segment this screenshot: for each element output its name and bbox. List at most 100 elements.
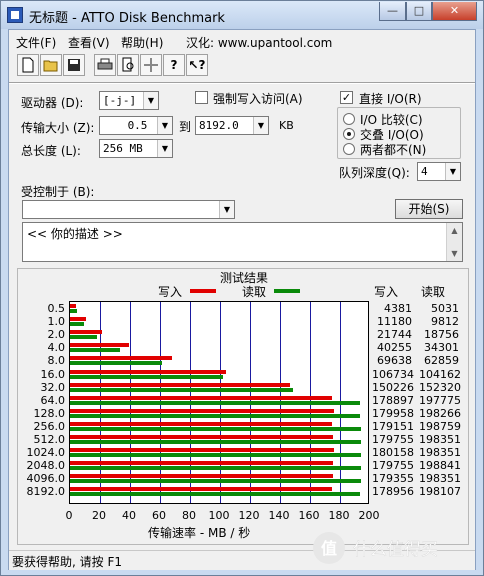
read-bar — [70, 309, 78, 313]
read-value: 198266 — [419, 406, 461, 420]
to-label: 到 — [179, 120, 192, 134]
col-write-header: 写入 — [374, 285, 399, 299]
x-tick-label: 20 — [92, 509, 106, 522]
queue-depth-combo[interactable]: 4 ▼ — [417, 162, 461, 181]
read-bar — [70, 466, 362, 471]
scroll-down-icon[interactable]: ▼ — [447, 246, 462, 261]
neither-radio[interactable] — [343, 143, 355, 155]
write-bar — [70, 487, 333, 492]
app-window: 无标题 - ATTO Disk Benchmark — □ ✕ 文件(F) 查看… — [0, 0, 484, 576]
chevron-down-icon[interactable]: ▼ — [157, 117, 172, 134]
total-length-combo[interactable]: 256 MB ▼ — [99, 139, 173, 158]
drive-label: 驱动器 (D): — [21, 96, 84, 110]
save-icon[interactable] — [63, 54, 85, 76]
chevron-down-icon[interactable]: ▼ — [143, 92, 158, 109]
write-value: 180158 — [372, 446, 414, 460]
help-icon[interactable]: ? — [163, 54, 185, 76]
controlled-by-label: 受控制于 (B): — [21, 185, 95, 199]
read-bar — [70, 440, 361, 444]
io-mode-group: I/O 比较(C) 交叠 I/O(O) 两者都不(N) — [337, 107, 461, 159]
write-bar — [70, 448, 334, 453]
toolbar: ? ↖? — [13, 54, 213, 80]
chevron-down-icon[interactable]: ▼ — [253, 117, 268, 134]
y-tick-label: 8192.0 — [26, 485, 66, 499]
read-value: 18756 — [424, 328, 459, 342]
y-tick-label: 2048.0 — [26, 459, 66, 473]
transfer-from-combo[interactable]: 0.5 ▼ — [99, 116, 173, 135]
transfer-to-combo[interactable]: 8192.0 ▼ — [195, 116, 269, 135]
read-bar — [70, 374, 223, 379]
write-value: 4381 — [384, 302, 412, 315]
write-bar — [70, 330, 102, 335]
menu-file[interactable]: 文件(F) — [16, 34, 56, 51]
drive-value: [-j-] — [103, 94, 137, 107]
controlled-by-combo[interactable]: ▼ — [22, 200, 235, 219]
force-write-label: 强制写入访问(A) — [213, 92, 303, 106]
menu-bar: 文件(F) 查看(V) 帮助(H) 汉化: www.upantool.com — [9, 30, 475, 52]
write-value: 179958 — [372, 406, 414, 420]
y-tick-label: 8.0 — [47, 354, 66, 368]
read-value: 197775 — [419, 393, 461, 407]
title-bar[interactable]: 无标题 - ATTO Disk Benchmark — □ ✕ — [1, 1, 483, 29]
read-value: 198759 — [419, 419, 461, 433]
menu-help[interactable]: 帮助(H) — [121, 34, 163, 51]
write-bar — [70, 304, 77, 308]
description-textarea[interactable]: << 你的描述 >> ▲ ▼ — [22, 222, 463, 262]
write-value: 179755 — [372, 433, 414, 446]
context-help-icon[interactable]: ↖? — [186, 54, 208, 76]
print-preview-icon[interactable] — [117, 54, 139, 76]
read-bar — [70, 492, 361, 497]
watermark-logo: 值 什么值得买 — [309, 528, 477, 568]
read-bar — [70, 361, 163, 366]
write-bar — [70, 317, 87, 322]
legend-write-swatch — [190, 289, 216, 293]
print-icon[interactable] — [94, 54, 116, 76]
chevron-down-icon[interactable]: ▼ — [219, 201, 234, 218]
scroll-up-icon[interactable]: ▲ — [447, 223, 462, 238]
menu-site[interactable]: 汉化: www.upantool.com — [186, 34, 332, 51]
y-tick-label: 128.0 — [33, 406, 66, 420]
direct-io-checkbox[interactable]: ✓ — [340, 91, 353, 104]
menu-view[interactable]: 查看(V) — [68, 34, 110, 51]
drive-combo[interactable]: [-j-] ▼ — [99, 91, 159, 110]
client-area: 文件(F) 查看(V) 帮助(H) 汉化: www.upantool.com ?… — [8, 29, 476, 570]
read-bar — [70, 335, 98, 340]
overlap-io-radio[interactable] — [343, 128, 355, 140]
x-tick-label: 0 — [65, 509, 73, 522]
read-bar — [70, 400, 360, 405]
read-value: 152320 — [419, 380, 461, 394]
svg-text:值: 值 — [321, 539, 337, 558]
chevron-down-icon[interactable]: ▼ — [445, 163, 460, 180]
move-icon[interactable] — [140, 54, 162, 76]
chevron-down-icon[interactable]: ▼ — [157, 140, 172, 157]
x-axis-title: 传输速率 - MB / 秒 — [148, 526, 251, 540]
close-button[interactable]: ✕ — [432, 2, 477, 21]
open-icon[interactable] — [40, 54, 62, 76]
new-icon[interactable] — [17, 54, 39, 76]
transfer-from-value: 0.5 — [127, 119, 148, 132]
write-bar — [70, 395, 333, 400]
force-write-checkbox[interactable] — [195, 91, 208, 104]
description-text: << 你的描述 >> — [27, 227, 123, 241]
write-value: 178956 — [372, 485, 414, 499]
svg-text:什么值得买: 什么值得买 — [353, 540, 438, 560]
start-button[interactable]: 开始(S) — [395, 199, 463, 219]
y-tick-label: 1024.0 — [26, 446, 66, 460]
x-tick-label: 160 — [298, 509, 320, 522]
y-tick-label: 0.5 — [47, 302, 66, 315]
legend-write-label: 写入 — [158, 285, 183, 299]
y-tick-label: 16.0 — [40, 367, 66, 381]
maximize-button[interactable]: □ — [406, 2, 432, 21]
total-length-value: 256 MB — [103, 142, 143, 155]
write-value: 150226 — [372, 380, 414, 394]
write-bar — [70, 435, 334, 439]
read-bar — [70, 387, 294, 392]
description-scrollbar[interactable]: ▲ ▼ — [446, 223, 462, 261]
minimize-button[interactable]: — — [379, 2, 406, 21]
x-tick-label: 200 — [358, 509, 380, 522]
io-compare-radio[interactable] — [343, 113, 355, 125]
read-bar — [70, 322, 85, 327]
read-value: 5031 — [431, 302, 459, 315]
write-bar — [70, 382, 291, 387]
write-bar — [70, 461, 334, 466]
